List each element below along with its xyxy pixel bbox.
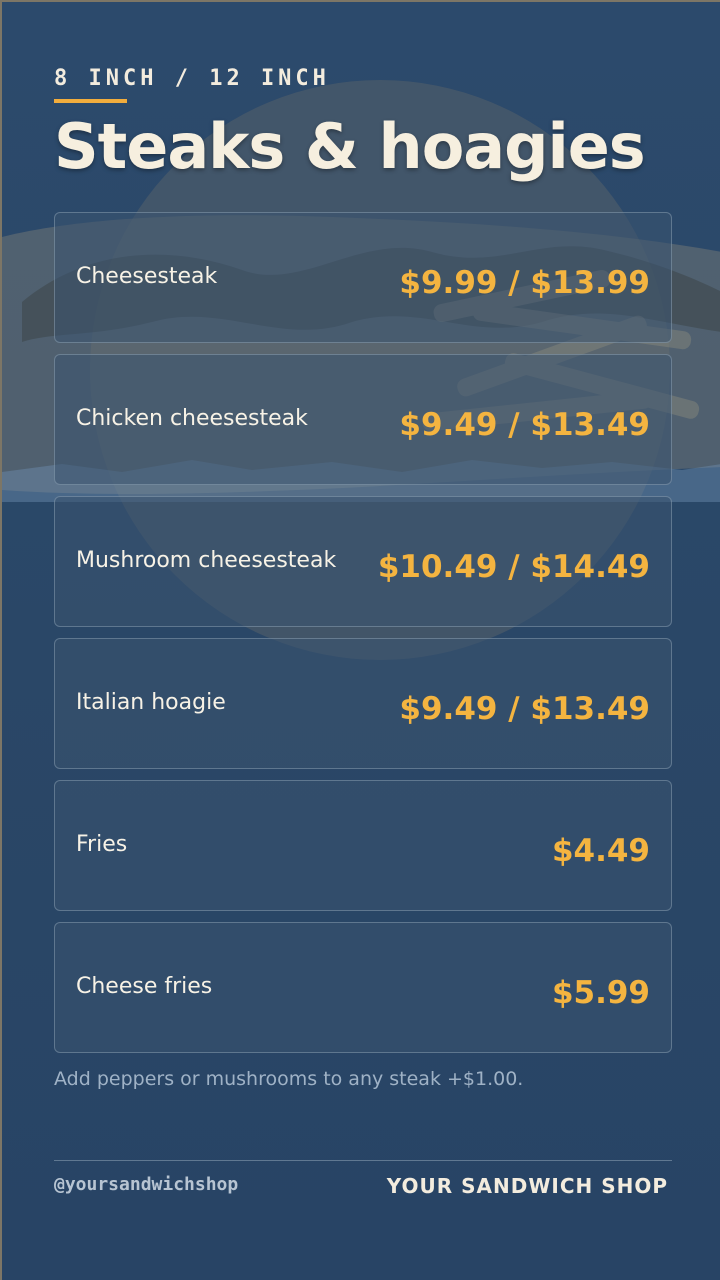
menu-item-mushroom-cheesesteak: Mushroom cheesesteak $10.49 / $14.49 [54, 496, 672, 627]
menu-item-name: Cheese fries [76, 974, 213, 999]
menu-page: 8 INCH / 12 INCH Steaks & hoagies Cheese… [0, 0, 720, 1280]
menu-item-name: Italian hoagie [76, 690, 226, 715]
menu-item-name: Fries [76, 832, 128, 857]
menu-item-italian-hoagie: Italian hoagie $9.49 / $13.49 [54, 638, 672, 769]
footer-divider [54, 1160, 672, 1161]
menu-note: Add peppers or mushrooms to any steak +$… [54, 1068, 524, 1090]
menu-item-cheese-fries: Cheese fries $5.99 [54, 922, 672, 1053]
page-title: Steaks & hoagies [54, 110, 646, 183]
shop-name: YOUR SANDWICH SHOP [386, 1174, 668, 1198]
social-handle: @yoursandwichshop [54, 1174, 239, 1195]
menu-item-name: Cheesesteak [76, 264, 218, 289]
menu-list: Cheesesteak $9.99 / $13.99 Chicken chees… [54, 212, 672, 1064]
menu-item-price: $5.99 [551, 975, 650, 1011]
menu-item-name: Chicken cheesesteak [76, 406, 308, 431]
menu-item-chicken-cheesesteak: Chicken cheesesteak $9.49 / $13.49 [54, 354, 672, 485]
menu-item-name: Mushroom cheesesteak [76, 548, 337, 573]
menu-item-price: $9.49 / $13.49 [399, 407, 650, 443]
menu-item-price: $9.99 / $13.99 [399, 265, 650, 301]
menu-item-fries: Fries $4.49 [54, 780, 672, 911]
menu-item-cheesesteak: Cheesesteak $9.99 / $13.99 [54, 212, 672, 343]
menu-item-price: $4.49 [551, 833, 650, 869]
subtitle-underline [54, 99, 127, 103]
menu-item-price: $10.49 / $14.49 [377, 549, 650, 585]
menu-item-price: $9.49 / $13.49 [399, 691, 650, 727]
size-subtitle: 8 INCH / 12 INCH [54, 66, 330, 91]
